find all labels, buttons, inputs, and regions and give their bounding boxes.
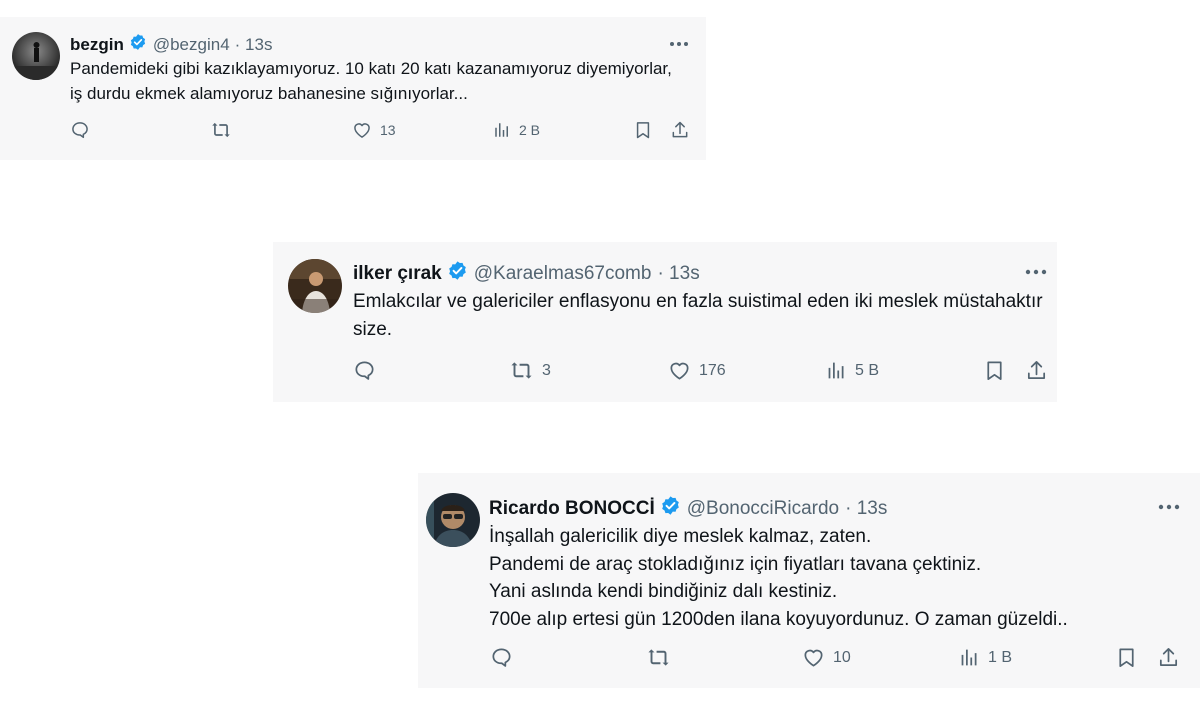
views-count: 1 B [988, 648, 1013, 666]
share-icon [1025, 359, 1048, 382]
like-count: 10 [833, 648, 851, 666]
views-count: 2 B [519, 122, 541, 138]
reply-icon [490, 646, 513, 669]
reply-icon [353, 359, 376, 382]
display-name[interactable]: bezgin [70, 35, 124, 55]
display-name[interactable]: Ricardo BONOCCİ [489, 498, 655, 520]
like-icon [352, 120, 372, 140]
timestamp[interactable]: · 13s [845, 498, 887, 520]
reply-button[interactable] [353, 359, 376, 382]
views-button[interactable]: 1 B [959, 646, 1012, 669]
tweet-text: Pandemideki gibi kazıklayamıyoruz. 10 ka… [70, 59, 672, 103]
tweet-text-line: 700e alıp ertesi gün 1200den ilana koyuy… [489, 608, 1068, 630]
tweet-text-line: Yani aslında kendi bindiğiniz dalı kesti… [489, 581, 838, 602]
repost-icon [210, 120, 232, 140]
bookmark-button[interactable] [1115, 646, 1138, 669]
like-button[interactable]: 176 [668, 359, 726, 382]
views-icon [493, 120, 511, 140]
bookmark-icon [633, 120, 653, 140]
more-icon[interactable] [1157, 497, 1181, 522]
like-button[interactable]: 13 [352, 120, 396, 140]
share-button[interactable] [670, 120, 690, 140]
avatar[interactable] [12, 32, 60, 80]
share-button[interactable] [1025, 359, 1048, 382]
share-button[interactable] [1157, 646, 1180, 669]
like-count: 176 [699, 361, 726, 379]
bookmark-icon [983, 359, 1006, 382]
reply-button[interactable] [490, 646, 513, 669]
action-bar: 3 176 5 B [273, 359, 1057, 387]
tweet-text-line: Pandemi de araç stokladığınız için fiyat… [489, 553, 982, 575]
action-bar: 13 2 B [0, 120, 706, 146]
more-icon[interactable] [1024, 262, 1048, 287]
tweet-card-3[interactable]: Ricardo BONOCCİ @BonocciRicardo · 13s İn… [418, 473, 1200, 688]
more-icon[interactable] [668, 35, 690, 58]
timestamp[interactable]: · 13s [235, 35, 273, 55]
repost-button[interactable] [210, 120, 240, 140]
handle[interactable]: @BonocciRicardo [687, 498, 839, 520]
avatar[interactable] [426, 493, 480, 547]
repost-icon [646, 646, 671, 669]
handle[interactable]: @Karaelmas67comb [474, 263, 652, 285]
timestamp[interactable]: · 13s [657, 263, 699, 285]
views-count: 5 B [855, 361, 880, 379]
like-button[interactable]: 10 [802, 646, 851, 669]
reply-icon [70, 120, 90, 140]
tweet-card-1[interactable]: bezgin @bezgin4 · 13s Pandemideki gibi k… [0, 17, 706, 160]
tweet-text-line: İnşallah galericilik diye meslek kalmaz,… [489, 526, 872, 547]
bookmark-button[interactable] [983, 359, 1006, 382]
avatar[interactable] [288, 259, 342, 313]
verified-badge-icon [129, 33, 147, 56]
repost-count: 3 [542, 361, 551, 379]
verified-badge-icon [447, 260, 468, 287]
reply-button[interactable] [70, 120, 90, 140]
tweet-card-2[interactable]: ilker çırak @Karaelmas67comb · 13s Emlak… [273, 242, 1057, 402]
repost-button[interactable] [646, 646, 679, 669]
repost-button[interactable]: 3 [509, 359, 551, 382]
handle[interactable]: @bezgin4 [153, 35, 230, 55]
bookmark-button[interactable] [633, 120, 653, 140]
verified-badge-icon [660, 495, 681, 522]
tweet-text: İnşallah galericilik diye meslek kalmaz,… [489, 523, 1179, 633]
display-name[interactable]: ilker çırak [353, 263, 442, 285]
views-button[interactable]: 5 B [826, 359, 879, 382]
share-icon [670, 120, 690, 140]
share-icon [1157, 646, 1180, 669]
views-button[interactable]: 2 B [493, 120, 540, 140]
like-count: 13 [380, 122, 396, 138]
repost-icon [509, 359, 534, 382]
bookmark-icon [1115, 646, 1138, 669]
views-icon [826, 359, 847, 382]
like-icon [668, 359, 691, 382]
action-bar: 10 1 B [418, 646, 1200, 674]
views-icon [959, 646, 980, 669]
like-icon [802, 646, 825, 669]
tweet-text: Emlakcılar ve galericiler enflasyonu en … [353, 291, 1043, 340]
